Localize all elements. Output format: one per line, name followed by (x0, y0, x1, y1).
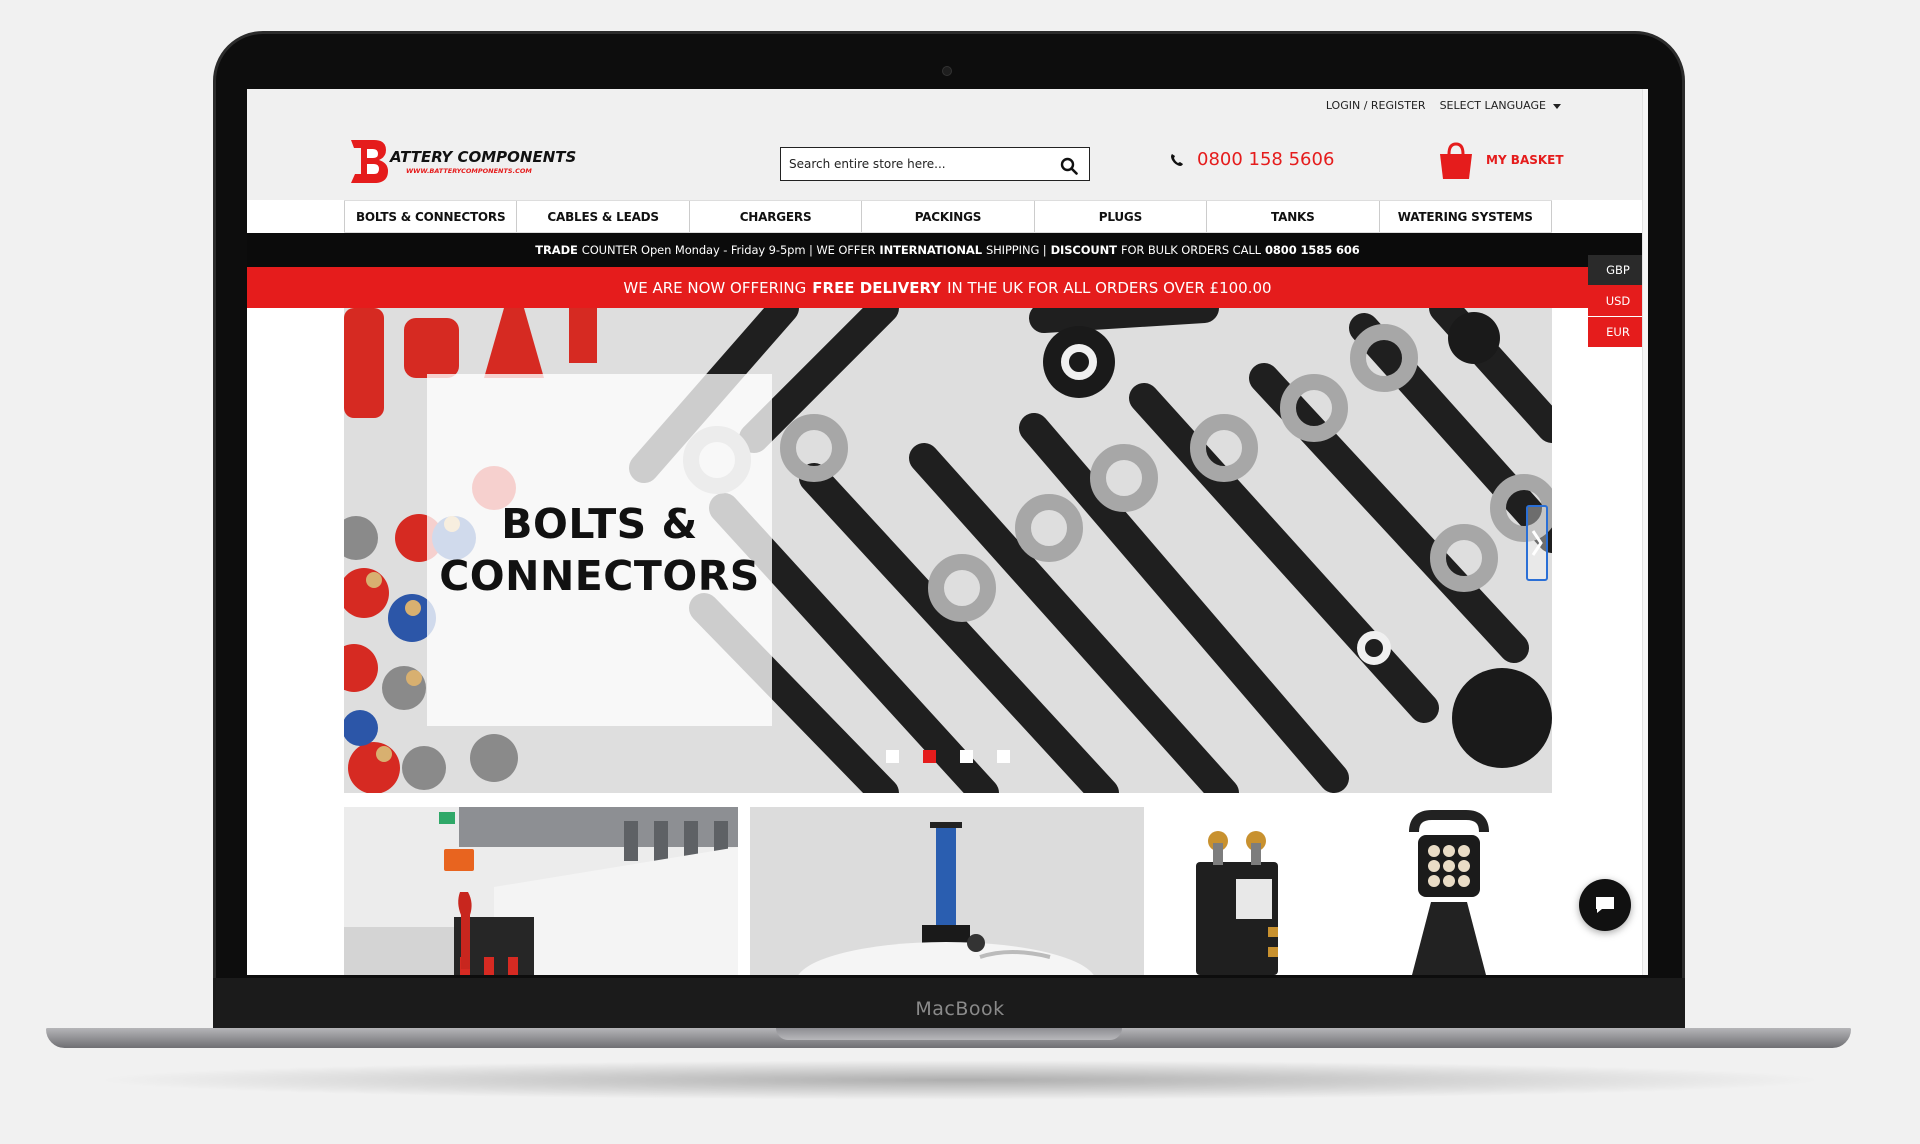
basket-label: MY BASKET (1486, 153, 1564, 167)
slider-dot-4[interactable] (997, 750, 1010, 763)
currency-switcher: GBP USD EUR (1588, 255, 1648, 347)
top-links: LOGIN / REGISTER SELECT LANGUAGE (1326, 99, 1561, 112)
slider-dot-3[interactable] (960, 750, 973, 763)
info-text-bold: INTERNATIONAL (879, 243, 982, 257)
promo-highlight: FREE DELIVERY (812, 278, 942, 297)
banner-title-line2: CONNECTORS (439, 552, 760, 600)
info-text-bold: DISCOUNT (1050, 243, 1117, 257)
page-scrollbar[interactable] (1642, 89, 1648, 975)
banner-title-line1: BOLTS & (501, 500, 698, 548)
promo-text: IN THE UK FOR ALL ORDERS OVER £100.00 (947, 278, 1272, 297)
info-bar: TRADE COUNTER Open Monday - Friday 9-5pm… (247, 233, 1648, 267)
nav-item-plugs[interactable]: PLUGS (1033, 201, 1206, 232)
info-text: FOR BULK ORDERS CALL (1120, 243, 1261, 257)
slider-next-button[interactable] (1526, 505, 1548, 581)
info-text: SHIPPING | (985, 243, 1047, 257)
nav-item-cables-leads[interactable]: CABLES & LEADS (516, 201, 688, 232)
electrical-image (1156, 807, 1552, 975)
caret-down-icon (1553, 103, 1561, 109)
workshop-image (344, 807, 738, 975)
phone-icon (1171, 153, 1183, 166)
website-screen: LOGIN / REGISTER SELECT LANGUAGE ATTERY … (247, 89, 1648, 975)
laptop-notch (776, 1028, 1122, 1040)
slider-dots (886, 750, 1010, 763)
chevron-right-icon (1531, 530, 1543, 556)
search-box (780, 147, 1090, 181)
currency-usd[interactable]: USD (1588, 286, 1648, 316)
basket-button[interactable]: MY BASKET (1436, 140, 1564, 180)
nav-item-watering-systems[interactable]: WATERING SYSTEMS (1378, 201, 1552, 232)
site-header: LOGIN / REGISTER SELECT LANGUAGE ATTERY … (247, 89, 1648, 200)
search-input[interactable] (789, 157, 1049, 171)
language-selector[interactable]: SELECT LANGUAGE (1440, 99, 1561, 112)
promo-text: WE ARE NOW OFFERING (623, 278, 807, 297)
banner-caption[interactable]: BOLTS & CONNECTORS (427, 374, 772, 726)
camera-icon (942, 66, 952, 76)
slider-dot-2[interactable] (923, 750, 936, 763)
nav-item-tanks[interactable]: TANKS (1206, 201, 1378, 232)
chat-bubble-icon (1596, 897, 1614, 913)
nav-item-bolts-connectors[interactable]: BOLTS & CONNECTORS (344, 201, 516, 232)
login-register-link[interactable]: LOGIN / REGISTER (1326, 99, 1426, 112)
battery-components-logo[interactable]: ATTERY COMPONENTS WWW.BATTERYCOMPONENTS.… (348, 136, 588, 184)
shopping-bag-icon (1440, 142, 1472, 179)
pump-image (750, 807, 1144, 975)
category-tile-electrical[interactable] (1156, 807, 1552, 975)
nav-item-chargers[interactable]: CHARGERS (688, 201, 861, 232)
nav-item-packings[interactable]: PACKINGS (861, 201, 1033, 232)
logo-text: ATTERY COMPONENTS (389, 148, 576, 166)
logo-subtext: WWW.BATTERYCOMPONENTS.COM (406, 167, 532, 175)
category-tile-workshop[interactable] (344, 807, 738, 975)
search-icon[interactable] (1060, 157, 1078, 175)
currency-gbp[interactable]: GBP (1588, 255, 1648, 285)
main-nav: BOLTS & CONNECTORS CABLES & LEADS CHARGE… (344, 200, 1552, 233)
phone-number: 0800 158 5606 (1197, 149, 1335, 170)
info-phone: 0800 1585 606 (1264, 243, 1360, 257)
banner-title: BOLTS & CONNECTORS (439, 498, 760, 602)
hero-slider: BOLTS & CONNECTORS (344, 308, 1552, 793)
phone-contact[interactable]: 0800 158 5606 (1169, 149, 1334, 170)
chat-button[interactable] (1579, 879, 1631, 931)
slider-dot-1[interactable] (886, 750, 899, 763)
laptop-brand: MacBook (915, 998, 1005, 1020)
promo-bar: WE ARE NOW OFFERING FREE DELIVERY IN THE… (247, 267, 1648, 308)
category-tile-pump[interactable] (750, 807, 1144, 975)
info-text-bold: TRADE (535, 243, 578, 257)
language-label: SELECT LANGUAGE (1439, 99, 1546, 112)
currency-eur[interactable]: EUR (1588, 317, 1648, 347)
info-text: COUNTER Open Monday - Friday 9-5pm | WE … (581, 243, 876, 257)
laptop-shadow (90, 1060, 1830, 1100)
